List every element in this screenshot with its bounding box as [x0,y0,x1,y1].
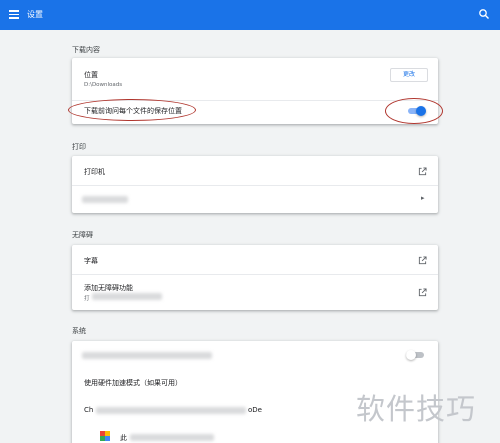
open-external-icon[interactable] [418,288,427,297]
watermark-text: 软件技巧 [356,392,477,426]
redacted-text [130,434,214,441]
app-prefix-text: 此 [120,434,127,442]
redacted-text [82,352,212,359]
top-app-bar: 设置 [0,0,500,30]
cloud-print-row[interactable]: ▸ [72,186,438,213]
location-label: 位置 [84,71,98,79]
open-external-icon[interactable] [418,167,427,176]
add-accessibility-row[interactable]: 添加无障碍功能 打 [72,275,438,310]
add-features-label: 添加无障碍功能 [84,284,133,292]
hw-accel-label: 使用硬件加速模式（如果可用） [84,379,182,387]
change-location-button[interactable]: 更改 [390,68,428,82]
section-title-accessibility: 无障碍 [72,231,93,239]
printers-row[interactable]: 打印机 [72,156,438,185]
section-title-downloads: 下载内容 [72,46,100,54]
download-location-row: 位置 D:\Downloads 更改 [72,58,438,100]
background-apps-toggle[interactable] [406,350,424,360]
redacted-text [96,407,246,414]
accessibility-card: 字幕 添加无障碍功能 打 [72,245,438,310]
continue-background-row[interactable] [72,341,438,369]
printers-label: 打印机 [84,168,105,176]
section-title-system: 系统 [72,327,86,335]
app-icon [100,431,110,441]
search-icon[interactable] [478,8,490,20]
redacted-text [92,293,162,300]
location-path: D:\Downloads [84,82,123,88]
row-suffix-text: oDe [248,406,262,414]
section-title-printing: 打印 [72,143,86,151]
highlight-ring-toggle [385,98,443,124]
add-features-sub: 打 [84,296,90,302]
arrow-right-icon[interactable]: ▸ [421,194,425,202]
highlight-ring-label [68,99,196,121]
printing-card: 打印机 ▸ [72,156,438,213]
open-external-icon[interactable] [418,256,427,265]
captions-label: 字幕 [84,257,98,265]
row-prefix-text: Ch [84,406,94,414]
menu-icon[interactable] [9,10,19,19]
page-title: 设置 [27,10,43,19]
redacted-text [82,196,128,203]
captions-row[interactable]: 字幕 [72,245,438,274]
